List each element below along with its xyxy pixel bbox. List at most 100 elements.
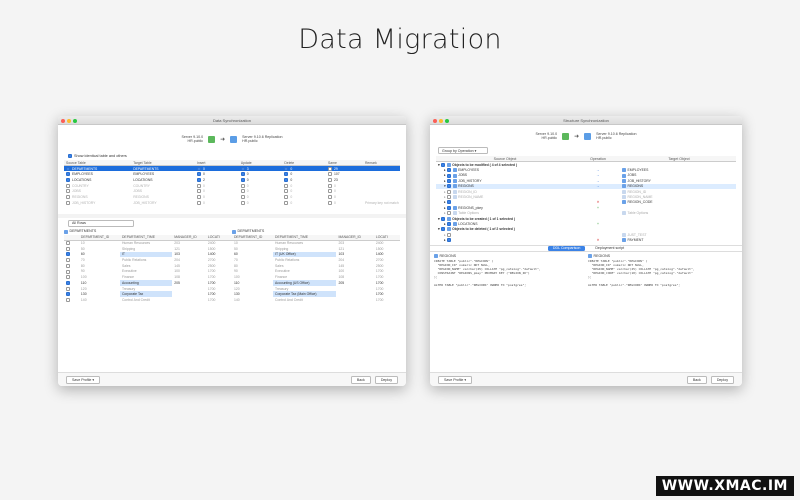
upd-count: 0	[246, 194, 249, 199]
upd-checkbox[interactable]	[240, 166, 245, 171]
del-checkbox[interactable]	[284, 172, 289, 177]
target-object-name: REGION_NAME	[627, 194, 653, 199]
item-checkbox[interactable]	[446, 189, 451, 194]
show-identical-option[interactable]: Show identical table and others	[58, 153, 406, 159]
item-checkbox[interactable]	[446, 200, 451, 205]
row-checkbox[interactable]	[66, 189, 70, 194]
upd-count: 3	[246, 166, 249, 171]
same-checkbox[interactable]	[328, 195, 333, 200]
row-checkbox[interactable]	[66, 200, 70, 205]
upd-checkbox[interactable]	[240, 200, 245, 205]
row-checkbox[interactable]	[66, 183, 70, 188]
item-checkbox[interactable]	[440, 216, 445, 221]
ins-checkbox[interactable]	[197, 166, 202, 171]
ins-checkbox[interactable]	[197, 200, 202, 205]
back-button[interactable]: Back	[350, 375, 371, 384]
object-icon	[622, 168, 626, 173]
item-checkbox[interactable]	[446, 195, 451, 200]
row-checkbox[interactable]	[66, 297, 70, 302]
source-object-name: REGION_NAME	[458, 194, 484, 199]
table-row[interactable]: JOB_HISTORY JOB_HISTORY 0 0 0 0 Primary key no…	[64, 200, 400, 206]
row-checkbox[interactable]	[66, 195, 70, 200]
del-checkbox[interactable]	[284, 183, 289, 188]
tree-item[interactable]: ▸ JOBS → JOBS	[436, 173, 736, 178]
ins-checkbox[interactable]	[197, 195, 202, 200]
row-checkbox[interactable]	[66, 286, 70, 291]
same-checkbox[interactable]	[328, 189, 333, 194]
save-profile-button[interactable]: Save Profile ▾	[66, 375, 101, 384]
tree-item[interactable]: ▸ ✕ PAYMENT	[436, 237, 736, 243]
tree-item[interactable]: ▸ ✕ REGION_CODE	[436, 200, 736, 205]
tab-deployment-script[interactable]: Deployment script	[595, 246, 624, 250]
item-checkbox[interactable]	[440, 227, 445, 232]
table-icon	[232, 229, 236, 234]
upd-checkbox[interactable]	[240, 189, 245, 194]
upd-checkbox[interactable]	[240, 177, 245, 182]
del-checkbox[interactable]	[284, 195, 289, 200]
deploy-button[interactable]: Deploy	[374, 375, 398, 384]
ins-checkbox[interactable]	[197, 177, 202, 182]
del-checkbox[interactable]	[284, 189, 289, 194]
row-checkbox[interactable]	[66, 292, 70, 297]
ins-checkbox[interactable]	[197, 172, 202, 177]
row-checkbox[interactable]	[66, 275, 70, 280]
item-checkbox[interactable]	[446, 205, 451, 210]
upd-checkbox[interactable]	[240, 195, 245, 200]
row-checkbox[interactable]	[66, 280, 70, 285]
row-checkbox[interactable]	[66, 263, 70, 268]
same-checkbox[interactable]	[328, 183, 333, 188]
tree-item[interactable]: ▸ EMPLOYEES → EMPLOYEES	[436, 167, 736, 173]
tab-ddl-comparison[interactable]: DDL Comparison	[547, 245, 586, 251]
tree-item[interactable]: ▸ JOB_HISTORY → JOB_HISTORY	[436, 178, 736, 183]
item-checkbox[interactable]	[446, 232, 451, 237]
ins-checkbox[interactable]	[197, 189, 202, 194]
deploy-button[interactable]: Deploy	[710, 375, 734, 384]
show-identical-checkbox[interactable]	[68, 154, 72, 158]
item-checkbox[interactable]	[446, 238, 451, 243]
same-checkbox[interactable]	[328, 177, 333, 182]
del-count: 0	[290, 172, 293, 177]
object-icon	[622, 211, 626, 216]
item-checkbox[interactable]	[446, 184, 451, 189]
same-checkbox[interactable]	[328, 166, 333, 171]
tree-item[interactable]: ▾ REGIONS → REGIONS	[436, 183, 736, 189]
upd-count: 0	[246, 177, 249, 182]
row-checkbox[interactable]	[66, 258, 70, 263]
row-checkbox[interactable]	[66, 252, 70, 257]
del-checkbox[interactable]	[284, 200, 289, 205]
del-checkbox[interactable]	[284, 177, 289, 182]
upd-checkbox[interactable]	[240, 172, 245, 177]
table-row[interactable]: 140 Control And Credit 1700 140 Control And …	[64, 297, 400, 303]
target-server-label: Server 9.10.6 Replication HR.public	[596, 131, 637, 141]
row-checkbox[interactable]	[66, 241, 70, 246]
source-object-name: JOB_HISTORY	[458, 178, 482, 183]
operation-icon: →	[596, 184, 600, 189]
same-checkbox[interactable]	[328, 200, 333, 205]
row-checkbox[interactable]	[66, 177, 70, 182]
item-checkbox[interactable]	[446, 178, 451, 183]
upd-checkbox[interactable]	[240, 183, 245, 188]
item-checkbox[interactable]	[446, 211, 451, 216]
same-checkbox[interactable]	[328, 172, 333, 177]
item-checkbox[interactable]	[440, 162, 445, 167]
item-checkbox[interactable]	[446, 222, 451, 227]
item-checkbox[interactable]	[446, 173, 451, 178]
back-button[interactable]: Back	[686, 375, 707, 384]
row-checkbox[interactable]	[66, 269, 70, 274]
group-by-popup[interactable]: Group by Operation ▾	[438, 147, 488, 154]
data-sync-window: Data Synchronization Server 9.10.0 HR.pub…	[58, 116, 406, 386]
remark: Primary key not match	[364, 200, 399, 205]
ins-checkbox[interactable]	[197, 183, 202, 188]
del-checkbox[interactable]	[284, 166, 289, 171]
row-filter-popup[interactable]: All Rows	[68, 219, 134, 227]
source-table-name: COUNTRY	[72, 183, 89, 188]
save-profile-button[interactable]: Save Profile ▾	[438, 375, 473, 384]
table-icon	[64, 229, 68, 234]
row-filter: All Rows	[58, 218, 406, 229]
item-checkbox[interactable]	[446, 168, 451, 173]
del-count: 0	[290, 183, 293, 188]
row-checkbox[interactable]	[66, 172, 70, 177]
source-object-name: REGIONS	[458, 184, 474, 189]
row-checkbox[interactable]	[66, 166, 70, 171]
row-checkbox[interactable]	[66, 246, 70, 251]
